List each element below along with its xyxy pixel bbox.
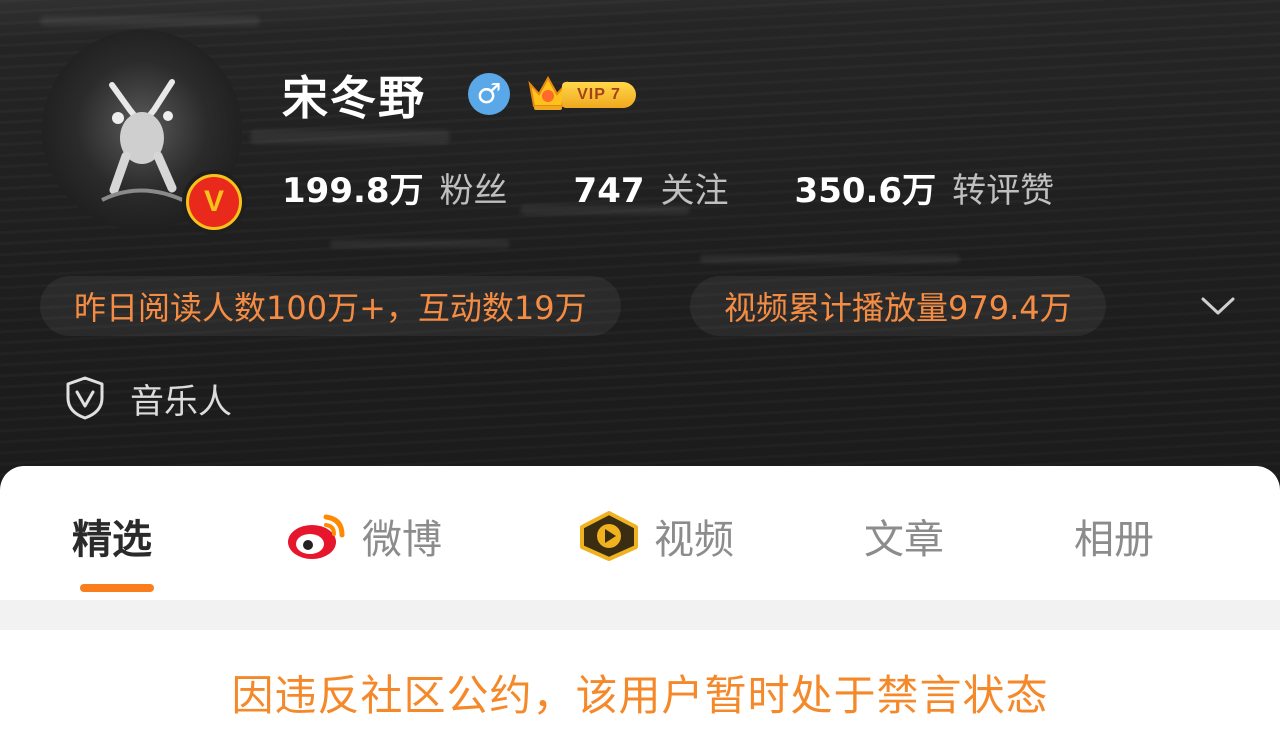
active-tab-indicator bbox=[80, 584, 154, 592]
profile-header: V 宋冬野 ♂ VIP 7 199.8万 粉丝 747 关注 350.6万 转评… bbox=[0, 0, 1280, 490]
stat-value: 747 bbox=[573, 170, 645, 211]
stat-label: 关注 bbox=[660, 170, 729, 211]
verified-v-icon: V bbox=[189, 177, 239, 227]
stat-interactions[interactable]: 350.6万 转评赞 bbox=[795, 163, 1055, 212]
profile-stats: 199.8万 粉丝 747 关注 350.6万 转评赞 bbox=[282, 162, 1120, 212]
tab-label: 微博 bbox=[362, 517, 442, 563]
tab-label: 相册 bbox=[1074, 517, 1154, 563]
brush-stroke bbox=[40, 16, 260, 26]
shield-v-icon bbox=[66, 376, 104, 420]
tab-label: 精选 bbox=[72, 517, 152, 563]
video-play-icon bbox=[578, 511, 640, 561]
stat-value: 199.8万 bbox=[282, 170, 424, 211]
content-card: 精选 微博 视频 文章 相册 因违反社区公约，该用户暂时处于禁言状态 bbox=[0, 466, 1280, 754]
brush-stroke bbox=[250, 130, 450, 144]
weibo-icon bbox=[286, 511, 348, 561]
tab-video[interactable]: 视频 bbox=[578, 506, 734, 566]
role-label: 音乐人 bbox=[130, 381, 232, 422]
ban-notice: 因违反社区公约，该用户暂时处于禁言状态 bbox=[231, 670, 1049, 720]
stat-value: 350.6万 bbox=[794, 170, 937, 211]
brush-stroke bbox=[700, 255, 960, 263]
reading-stats-pill[interactable]: 昨日阅读人数100万+，互动数19万 bbox=[40, 276, 621, 336]
stat-following[interactable]: 747 关注 bbox=[574, 163, 729, 212]
tab-label: 文章 bbox=[864, 517, 944, 563]
tab-photos[interactable]: 相册 bbox=[1074, 506, 1154, 566]
stat-label: 粉丝 bbox=[439, 170, 508, 211]
section-divider bbox=[0, 600, 1280, 630]
verified-badge: V bbox=[182, 170, 246, 234]
expand-chevron-button[interactable] bbox=[1196, 284, 1240, 328]
chevron-down-icon bbox=[1201, 297, 1235, 315]
tab-featured[interactable]: 精选 bbox=[72, 506, 152, 566]
stat-label: 转评赞 bbox=[952, 170, 1055, 211]
vip-badge[interactable]: VIP 7 bbox=[526, 70, 638, 114]
tab-articles[interactable]: 文章 bbox=[864, 506, 944, 566]
gender-male-icon: ♂ bbox=[468, 73, 510, 115]
tab-label: 视频 bbox=[654, 517, 734, 563]
role-tag[interactable]: 音乐人 bbox=[64, 372, 232, 424]
brush-stroke bbox=[330, 240, 510, 248]
video-plays-pill[interactable]: 视频累计播放量979.4万 bbox=[690, 276, 1106, 336]
profile-tabs: 精选 微博 视频 文章 相册 bbox=[0, 466, 1280, 600]
avatar[interactable]: V bbox=[42, 30, 246, 234]
vip-level-label: VIP 7 bbox=[562, 82, 636, 108]
profile-name: 宋冬野 bbox=[282, 71, 426, 125]
stat-followers[interactable]: 199.8万 粉丝 bbox=[282, 163, 508, 212]
tab-weibo[interactable]: 微博 bbox=[286, 506, 442, 566]
